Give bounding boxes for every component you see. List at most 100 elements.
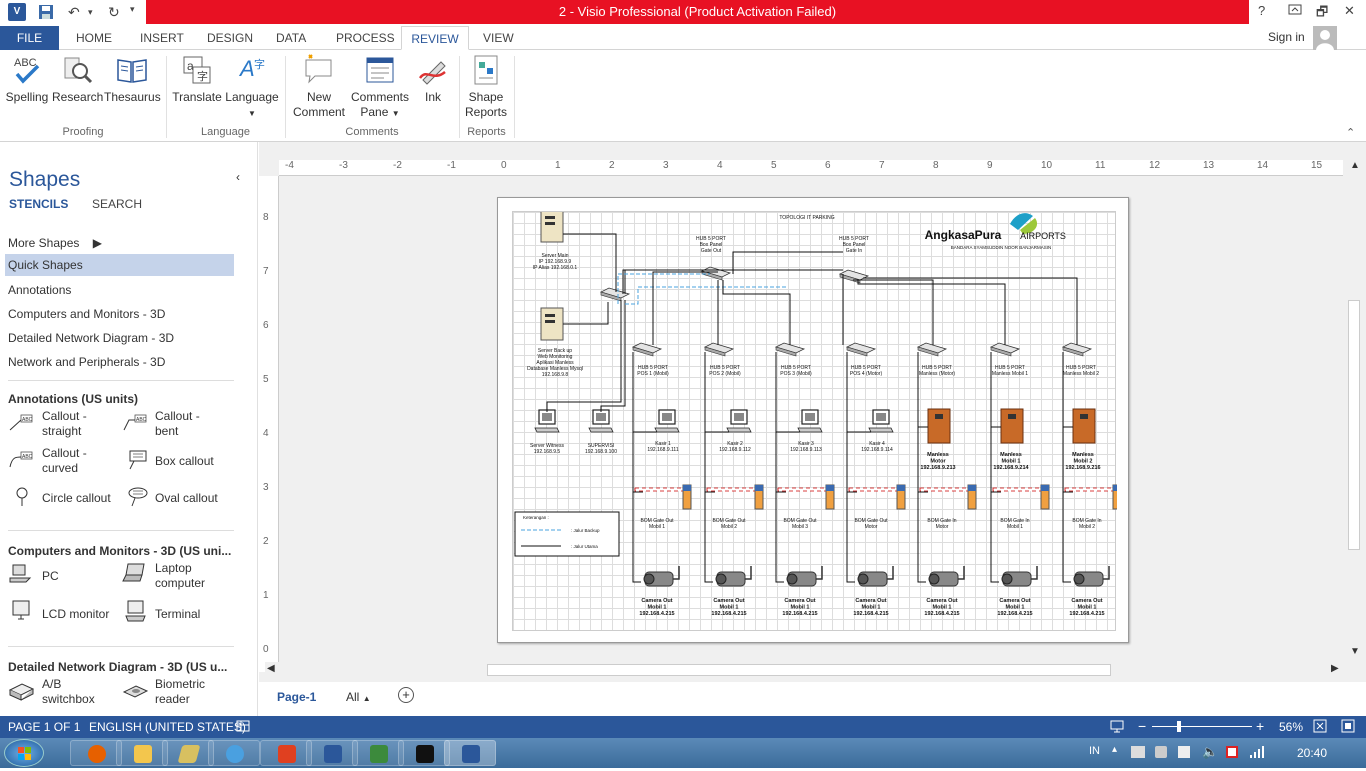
zoom-in-button[interactable]: + <box>1256 718 1264 734</box>
presentation-mode-icon[interactable] <box>1110 719 1124 736</box>
app-taskbar-button[interactable] <box>352 740 404 766</box>
thesaurus-button[interactable]: Thesaurus <box>104 54 161 105</box>
zoom-out-button[interactable]: − <box>1138 718 1146 734</box>
macro-icon[interactable] <box>236 719 250 736</box>
circle-callout-icon[interactable] <box>8 486 34 508</box>
shape-reports-button[interactable]: Shape Reports <box>463 54 509 120</box>
shape-pc[interactable]: PC <box>42 569 112 584</box>
shape-ab-switchbox[interactable]: A/B switchbox <box>42 677 112 707</box>
restore-button[interactable]: 🗗 <box>1316 3 1328 25</box>
tab-process[interactable]: PROCESS <box>328 26 403 50</box>
foxit-taskbar-button[interactable] <box>260 740 312 766</box>
cmd-taskbar-button[interactable] <box>398 740 450 766</box>
tab-design[interactable]: DESIGN <box>199 26 261 50</box>
shape-terminal[interactable]: Terminal <box>155 607 235 622</box>
scroll-thumb[interactable] <box>1348 300 1360 550</box>
zoom-slider[interactable] <box>1152 726 1252 727</box>
collapse-ribbon-icon[interactable]: ⌃ <box>1346 126 1355 139</box>
translate-button[interactable]: a字 Translate <box>172 54 222 105</box>
input-language[interactable]: IN <box>1089 745 1100 757</box>
firefox-taskbar-button[interactable] <box>70 740 122 766</box>
tab-review[interactable]: REVIEW <box>401 26 469 50</box>
start-button[interactable] <box>4 739 44 767</box>
language-button[interactable]: A字 Language ▼ <box>224 54 280 121</box>
tab-view[interactable]: VIEW <box>475 26 522 50</box>
spelling-button[interactable]: ABC Spelling <box>5 54 49 105</box>
shape-oval-callout[interactable]: Oval callout <box>155 491 235 506</box>
tab-search[interactable]: SEARCH <box>92 197 142 211</box>
scroll-down-icon[interactable]: ▼ <box>1350 646 1360 657</box>
stencil-quick-shapes[interactable]: Quick Shapes <box>5 254 234 276</box>
app-taskbar-button[interactable] <box>162 740 214 766</box>
tab-data[interactable]: DATA <box>268 26 314 50</box>
sign-in-link[interactable]: Sign in <box>1268 30 1305 44</box>
stencil-annotations[interactable]: Annotations <box>8 283 71 297</box>
clock[interactable]: 20:40 <box>1297 746 1327 760</box>
shape-lcd-monitor[interactable]: LCD monitor <box>42 607 122 622</box>
scroll-thumb[interactable] <box>487 664 1111 676</box>
oval-callout-icon[interactable] <box>124 486 150 508</box>
more-shapes-menu[interactable]: More Shapes ▶ <box>8 236 102 250</box>
terminal-icon[interactable] <box>124 600 150 622</box>
page-indicator[interactable]: PAGE 1 OF 1 <box>8 720 80 734</box>
customize-qat-icon[interactable]: ▾ <box>130 4 135 15</box>
shape-circle-callout[interactable]: Circle callout <box>42 491 122 506</box>
laptop-computer-icon[interactable] <box>122 562 148 584</box>
shape-callout-bent[interactable]: Callout - bent <box>155 409 225 439</box>
shape-callout-curved[interactable]: Callout - curved <box>42 446 112 476</box>
scroll-right-icon[interactable]: ▶ <box>1331 663 1339 674</box>
stencil-network-peripherals[interactable]: Network and Peripherals - 3D <box>8 355 165 369</box>
pc-icon[interactable] <box>8 562 34 584</box>
callout-bent-icon[interactable]: ABC <box>122 412 148 434</box>
word-taskbar-button[interactable] <box>306 740 358 766</box>
shape-box-callout[interactable]: Box callout <box>155 454 235 469</box>
network-diagram[interactable]: TOPOLOGI IT PARKING AngkasaPura AIRPORTS BA… <box>512 209 1122 631</box>
add-page-button[interactable]: + <box>398 687 414 703</box>
callout-curved-icon[interactable]: ABC <box>8 449 34 471</box>
zoom-level[interactable]: 56% <box>1279 720 1303 734</box>
biometric-reader-icon[interactable] <box>122 680 148 702</box>
ribbon-display-button[interactable] <box>1288 3 1302 18</box>
tab-page-1[interactable]: Page-1 <box>277 690 316 704</box>
stencil-detailed-network[interactable]: Detailed Network Diagram - 3D <box>8 331 174 345</box>
lcd-monitor-icon[interactable] <box>10 600 36 622</box>
action-center-icon[interactable] <box>1226 746 1238 758</box>
tab-home[interactable]: HOME <box>68 26 120 50</box>
network-signal-icon[interactable] <box>1250 746 1264 761</box>
tab-insert[interactable]: INSERT <box>132 26 192 50</box>
scroll-up-icon[interactable]: ▲ <box>1350 160 1360 171</box>
tab-stencils[interactable]: STENCILS <box>9 197 68 211</box>
explorer-taskbar-button[interactable] <box>116 740 168 766</box>
language-indicator[interactable]: ENGLISH (UNITED STATES) <box>89 720 246 734</box>
save-icon[interactable] <box>38 4 54 23</box>
shape-laptop-computer[interactable]: Laptop computer <box>155 561 230 591</box>
volume-icon[interactable]: 🔈 <box>1202 744 1218 760</box>
all-pages-menu[interactable]: All ▲ <box>346 690 371 704</box>
ab-switchbox-icon[interactable] <box>8 680 34 702</box>
callout-straight-icon[interactable]: ABC <box>8 412 34 434</box>
undo-icon[interactable]: ↶ <box>68 4 80 21</box>
box-callout-icon[interactable] <box>124 449 150 471</box>
fit-page-icon[interactable] <box>1313 719 1327 736</box>
drawing-page[interactable]: TOPOLOGI IT PARKING AngkasaPura AIRPORTS BA… <box>497 197 1129 643</box>
undo-dropdown-icon[interactable]: ▾ <box>88 7 93 18</box>
shape-callout-straight[interactable]: Callout - straight <box>42 409 112 439</box>
vertical-scrollbar[interactable]: ▲ ▼ <box>1344 160 1366 660</box>
new-comment-button[interactable]: New Comment <box>292 54 346 120</box>
scroll-left-icon[interactable]: ◀ <box>267 663 275 674</box>
stencil-computers-monitors[interactable]: Computers and Monitors - 3D <box>8 307 165 321</box>
help-button[interactable]: ? <box>1258 3 1265 18</box>
visio-taskbar-button[interactable] <box>444 740 496 766</box>
pan-zoom-icon[interactable] <box>1341 719 1355 736</box>
app-taskbar-button[interactable] <box>208 740 260 766</box>
zoom-slider-thumb[interactable] <box>1177 721 1181 732</box>
tray-chevron-icon[interactable]: ▴ <box>1112 744 1117 755</box>
comments-pane-button[interactable]: Comments Pane ▼ <box>348 54 412 121</box>
tab-file[interactable]: FILE <box>0 26 59 50</box>
horizontal-scrollbar[interactable]: ◀ ▶ <box>265 662 1345 678</box>
avatar[interactable] <box>1313 26 1337 50</box>
tray-device-icon[interactable] <box>1178 746 1190 758</box>
tray-app-icon[interactable] <box>1155 746 1167 758</box>
ink-button[interactable]: Ink <box>414 54 452 105</box>
collapse-panel-icon[interactable]: ‹ <box>236 170 240 184</box>
